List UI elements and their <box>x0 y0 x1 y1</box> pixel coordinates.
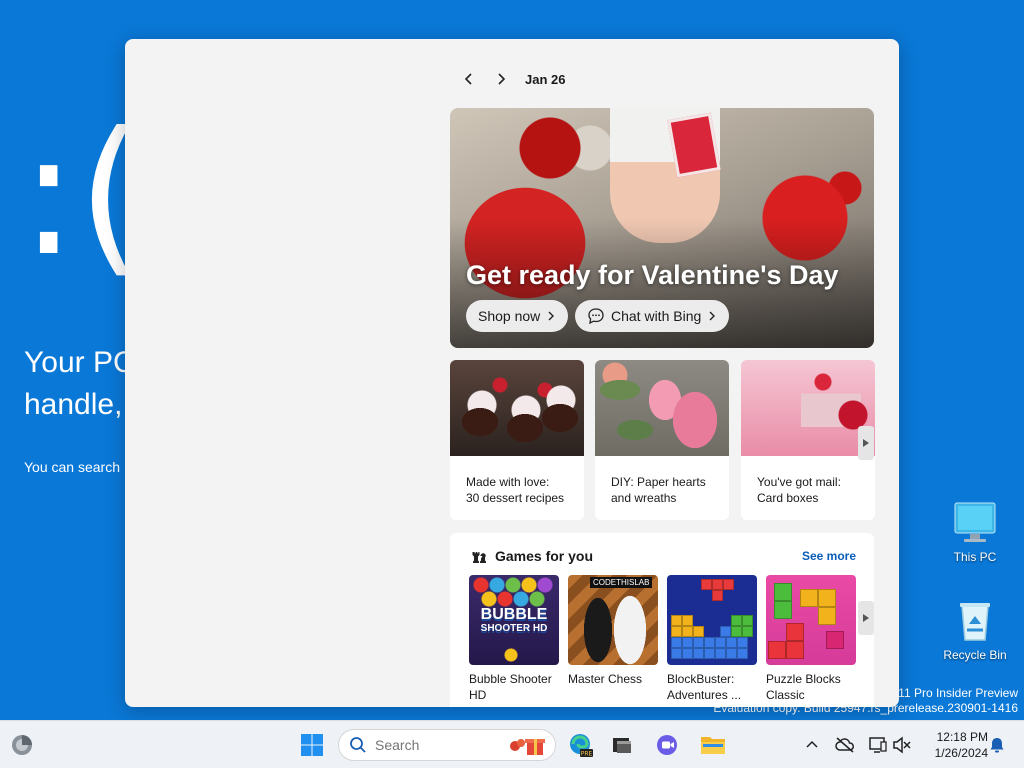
show-hidden-icons-button[interactable] <box>800 733 824 757</box>
taskbar-search[interactable] <box>338 729 556 761</box>
game-bubble-shooter[interactable]: BUBBLE SHOOTER HD Bubble Shooter HD <box>469 575 559 703</box>
terminal-button[interactable] <box>606 729 638 761</box>
edge-browser-icon: PRE <box>570 734 593 758</box>
game-title: Master Chess <box>568 672 643 686</box>
article-tile-paper-hearts[interactable]: DIY: Paper hearts and wreaths <box>595 360 729 520</box>
volume-button[interactable] <box>890 733 914 757</box>
shop-now-button[interactable]: Shop now <box>466 300 569 332</box>
cloud-sync-button[interactable] <box>833 733 857 757</box>
next-button[interactable] <box>485 67 517 91</box>
widgets-button[interactable] <box>6 729 38 761</box>
date-navigation: Jan 26 <box>453 67 565 91</box>
recycle-bin-icon <box>952 598 998 644</box>
paper-hearts-image <box>595 360 729 456</box>
cupcakes-image <box>450 360 584 456</box>
clock-date: 1/26/2024 <box>934 746 988 760</box>
chevron-up-icon <box>806 740 818 748</box>
chevron-right-icon <box>548 311 555 321</box>
teams-chat-button[interactable] <box>652 729 684 761</box>
card-boxes-image <box>741 360 875 456</box>
terminal-icon <box>613 738 631 753</box>
chevron-right-icon <box>709 311 716 321</box>
chess-pieces-icon <box>472 552 486 563</box>
game-title: Puzzle Blocks Classic <box>766 672 841 702</box>
tiles-next-button[interactable] <box>858 426 874 460</box>
svg-text:PRE: PRE <box>581 751 593 758</box>
caret-right-icon <box>863 439 869 447</box>
previous-button[interactable] <box>453 67 485 91</box>
display-icon <box>869 737 887 753</box>
chat-with-bing-button[interactable]: Chat with Bing <box>575 300 730 332</box>
gift-icon <box>510 739 545 755</box>
tile-caption: You've got mail: Card boxes <box>757 475 841 505</box>
bubble-shooter-art: BUBBLE SHOOTER HD <box>469 575 559 665</box>
game-title: Bubble Shooter HD <box>469 672 552 702</box>
video-chat-icon <box>657 735 677 755</box>
monitor-icon <box>952 500 998 546</box>
edge-preview-button[interactable]: PRE <box>565 729 597 761</box>
puzzle-blocks-art <box>766 575 856 665</box>
file-explorer-button[interactable] <box>697 729 729 761</box>
game-master-chess[interactable]: CODETHISLAB Master Chess <box>568 575 658 687</box>
desktop-icon-label: This PC <box>953 550 997 564</box>
game-puzzle-blocks[interactable]: Puzzle Blocks Classic <box>766 575 856 703</box>
chevron-right-icon <box>498 73 506 85</box>
display-button[interactable] <box>866 733 890 757</box>
speaker-muted-icon <box>893 736 911 754</box>
chevron-left-icon <box>464 73 472 85</box>
bell-icon <box>990 738 1004 753</box>
widgets-weather-icon <box>12 735 32 755</box>
tile-caption: Made with love: 30 dessert recipes <box>466 475 565 505</box>
notifications-button[interactable] <box>985 733 1009 757</box>
master-chess-art: CODETHISLAB <box>568 575 658 665</box>
folder-icon <box>701 737 725 754</box>
clock-time: 12:18 PM <box>936 730 988 744</box>
blockbuster-art <box>667 575 757 665</box>
search-icon <box>350 737 366 753</box>
hero-title: Get ready for Valentine's Day <box>466 260 839 290</box>
search-input[interactable] <box>375 737 495 753</box>
bsod-subtext: You can search <box>24 459 120 475</box>
caret-right-icon <box>863 614 869 622</box>
desktop-icon-label: Recycle Bin <box>943 648 1007 662</box>
game-blockbuster[interactable]: BlockBuster: Adventures ... <box>667 575 757 703</box>
current-date: Jan 26 <box>525 71 566 87</box>
games-next-button[interactable] <box>858 601 874 635</box>
start-button[interactable] <box>296 729 328 761</box>
see-more-link[interactable]: See more <box>802 549 856 563</box>
clock[interactable]: 12:18 PM 1/26/2024 <box>918 729 988 761</box>
game-title: BlockBuster: Adventures ... <box>667 672 742 702</box>
chat-bubble-icon <box>588 308 604 325</box>
tile-caption: DIY: Paper hearts and wreaths <box>611 475 706 505</box>
hero-card[interactable]: Get ready for Valentine's Day Shop now C… <box>450 108 874 348</box>
desktop-icon-this-pc[interactable]: This PC <box>937 500 1013 564</box>
games-widget: Games for you See more BUBBLE SHOOTER HD… <box>450 533 874 707</box>
article-tile-dessert[interactable]: Made with love: 30 dessert recipes <box>450 360 584 520</box>
widgets-panel: Jan 26 Get ready for Valentine's Day Sho… <box>125 39 899 707</box>
desktop-icon-recycle-bin[interactable]: Recycle Bin <box>937 598 1013 662</box>
games-header: Games for you <box>470 547 593 565</box>
cloud-offline-icon <box>835 737 854 753</box>
taskbar: PRE 12:18 PM 1/26/2024 <box>0 720 1024 768</box>
article-tile-card-boxes[interactable]: You've got mail: Card boxes <box>741 360 875 520</box>
bsod-message: Your PC handle, <box>24 346 134 421</box>
windows-logo-icon <box>301 734 323 756</box>
